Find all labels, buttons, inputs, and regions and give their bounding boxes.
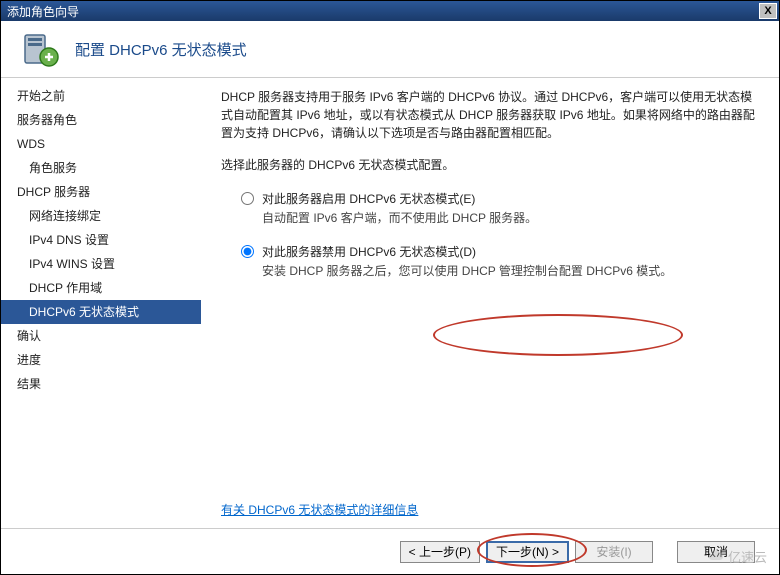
page-title: 配置 DHCPv6 无状态模式 (75, 39, 247, 60)
radio-enable-stateless[interactable]: 对此服务器启用 DHCPv6 无状态模式(E) (221, 188, 755, 209)
wizard-window: 添加角色向导 X 配置 DHCPv6 无状态模式 开始之前 服务器角色 WDS … (0, 0, 780, 575)
wizard-header: 配置 DHCPv6 无状态模式 (1, 21, 779, 78)
install-button: 安装(I) (575, 541, 653, 563)
wizard-content: DHCP 服务器支持用于服务 IPv6 客户端的 DHCPv6 协议。通过 DH… (201, 78, 779, 528)
sidebar-item-dhcp-scope[interactable]: DHCP 作用域 (1, 276, 201, 300)
sidebar-item-dhcp-server[interactable]: DHCP 服务器 (1, 180, 201, 204)
sidebar-item-network-binding[interactable]: 网络连接绑定 (1, 204, 201, 228)
sidebar-item-server-roles[interactable]: 服务器角色 (1, 108, 201, 132)
prompt-text: 选择此服务器的 DHCPv6 无状态模式配置。 (221, 156, 755, 174)
sidebar-item-wds[interactable]: WDS (1, 132, 201, 156)
prev-button[interactable]: < 上一步(P) (400, 541, 480, 563)
radio-disable-stateless[interactable]: 对此服务器禁用 DHCPv6 无状态模式(D) (221, 241, 755, 262)
sidebar-item-before-begin[interactable]: 开始之前 (1, 84, 201, 108)
sidebar-item-results[interactable]: 结果 (1, 372, 201, 396)
sidebar-item-progress[interactable]: 进度 (1, 348, 201, 372)
sidebar-item-ipv4-wins[interactable]: IPv4 WINS 设置 (1, 252, 201, 276)
sidebar-item-dhcpv6-stateless[interactable]: DHCPv6 无状态模式 (1, 300, 201, 324)
radio-disable-desc: 安装 DHCP 服务器之后，您可以使用 DHCP 管理控制台配置 DHCPv6 … (221, 262, 755, 280)
watermark-text: 亿速云 (728, 547, 767, 566)
watermark: 亿速云 (708, 547, 767, 566)
sidebar-item-confirm[interactable]: 确认 (1, 324, 201, 348)
wizard-sidebar: 开始之前 服务器角色 WDS 角色服务 DHCP 服务器 网络连接绑定 IPv4… (1, 78, 201, 528)
intro-text: DHCP 服务器支持用于服务 IPv6 客户端的 DHCPv6 协议。通过 DH… (221, 88, 755, 142)
titlebar: 添加角色向导 X (1, 1, 779, 21)
highlight-ellipse-1 (433, 314, 683, 356)
radio-disable-label: 对此服务器禁用 DHCPv6 无状态模式(D) (262, 243, 476, 260)
sidebar-item-role-services[interactable]: 角色服务 (1, 156, 201, 180)
radio-enable-desc: 自动配置 IPv6 客户端，而不使用此 DHCP 服务器。 (221, 209, 755, 227)
sidebar-item-ipv4-dns[interactable]: IPv4 DNS 设置 (1, 228, 201, 252)
window-title: 添加角色向导 (7, 3, 79, 20)
radio-enable-label: 对此服务器启用 DHCPv6 无状态模式(E) (262, 190, 475, 207)
more-info-link[interactable]: 有关 DHCPv6 无状态模式的详细信息 (221, 501, 418, 518)
radio-disable-input[interactable] (241, 245, 254, 258)
next-button[interactable]: 下一步(N) > (486, 541, 569, 563)
radio-enable-input[interactable] (241, 192, 254, 205)
cloud-icon (708, 549, 724, 565)
wizard-footer: < 上一步(P) 下一步(N) > 安装(I) 取消 (1, 528, 779, 574)
server-role-icon (17, 25, 65, 73)
close-icon[interactable]: X (759, 3, 777, 19)
